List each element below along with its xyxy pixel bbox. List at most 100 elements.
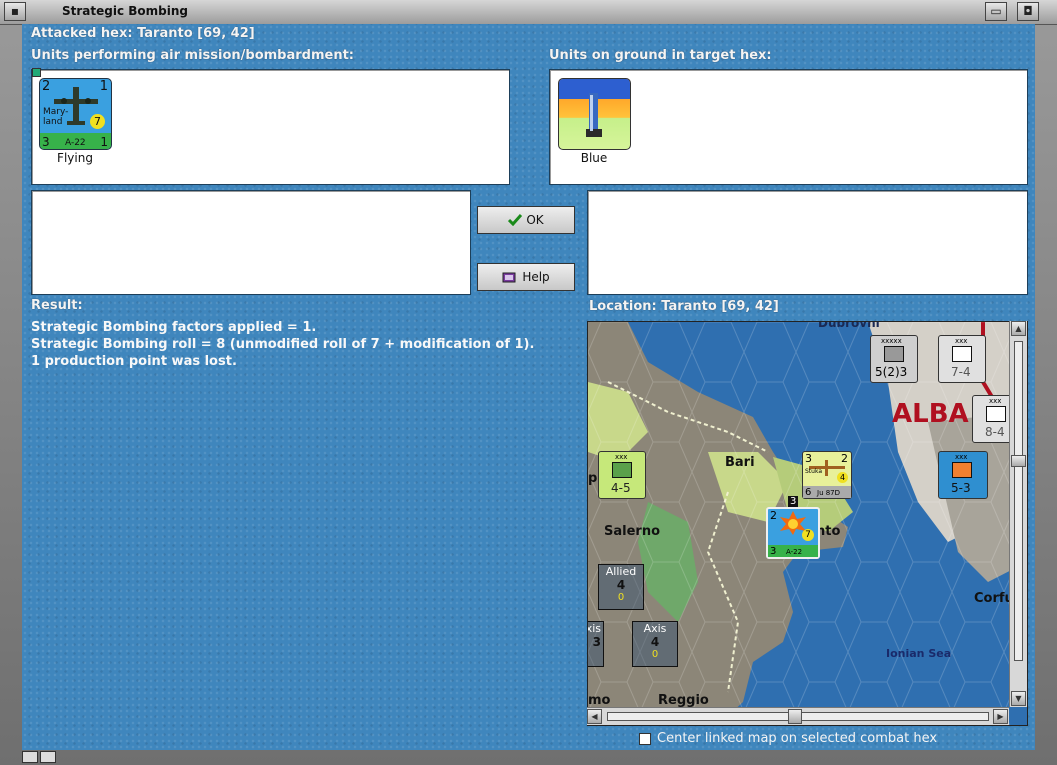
map-label-mo: mo (588, 693, 611, 708)
result-line-1: Strategic Bombing factors applied = 1. (31, 320, 317, 335)
air-unit-bottom-left: 3 (42, 135, 50, 149)
ground-unit-caption: Blue (580, 151, 608, 165)
counter-size: xxx (955, 453, 968, 461)
location-map[interactable]: ALBA Dubrovni Bari Salerno nto Corfu Ion… (587, 321, 1028, 726)
map-label-dubrovnik: Dubrovni (818, 321, 880, 330)
allied-sub: 0 (617, 592, 625, 603)
map-label-alba: ALBA (892, 399, 969, 429)
map-label-reggio: Reggio (658, 693, 709, 708)
system-menu-button[interactable]: ▪ (4, 2, 26, 21)
system-icon: ▪ (10, 4, 20, 18)
axis-title: Axis (643, 622, 667, 635)
window-frame: ▪ Strategic Bombing ▭ ◘ Attacked hex: Ta… (0, 0, 1057, 765)
air-unit-circle-value: 7 (90, 114, 105, 129)
ok-button-label: OK (526, 213, 544, 227)
help-book-icon (502, 272, 516, 282)
counter-strength: 5-3 (951, 481, 971, 495)
scroll-down-button[interactable]: ▼ (1011, 691, 1026, 706)
minimize-button[interactable]: ▭ (985, 2, 1007, 21)
counter-type: Ju 87D (817, 489, 841, 497)
dialog-client: Attacked hex: Taranto [69, 42] Units per… (22, 24, 1035, 750)
counter-strength: 7-4 (951, 365, 971, 379)
counter-bottom-left: 6 (805, 487, 812, 498)
result-line-3: 1 production point was lost. (31, 354, 237, 369)
infantry-symbol-icon (612, 462, 632, 478)
counter-circle-value: 7 (802, 529, 814, 541)
center-map-option[interactable]: Center linked map on selected combat hex (639, 731, 937, 746)
air-unit-name: Mary-land (43, 107, 68, 127)
air-unit-top-left: 2 (42, 79, 51, 94)
center-map-checkbox[interactable] (639, 732, 651, 745)
factory-tower-icon (559, 79, 630, 137)
vertical-scroll-track[interactable] (1014, 341, 1023, 661)
help-button[interactable]: Help (477, 263, 575, 291)
axis-partial-value: 3 (592, 635, 601, 649)
scroll-right-button[interactable]: ▶ (993, 709, 1008, 724)
counter-size: xxxxx (881, 337, 902, 345)
map-counter-corps-1[interactable]: xxx 7-4 (938, 335, 986, 383)
counter-top-left: 2 (770, 509, 777, 522)
counter-strength: 8-4 (985, 425, 1005, 439)
allied-stat-box: Allied 4 0 (598, 564, 644, 610)
infantry-symbol-icon (952, 346, 972, 362)
map-vertical-scrollbar[interactable]: ▲ ▼ (1009, 321, 1027, 707)
map-counter-stuka[interactable]: 3 2 Stuka 4 6 Ju 87D (802, 451, 852, 499)
counter-strength: 5(2)3 (875, 365, 908, 379)
axis-value: 4 (650, 635, 660, 649)
attacker-details-panel (31, 190, 471, 295)
corner-resize-right[interactable] (40, 751, 56, 763)
map-horizontal-scrollbar[interactable]: ◀ ▶ (587, 707, 1009, 725)
allied-value: 4 (616, 578, 626, 592)
air-unit-name-line2: land (43, 117, 63, 127)
map-counter-bomber-selected[interactable]: 2 7 3 A-22 3 (766, 496, 820, 559)
vertical-scroll-thumb[interactable] (1011, 455, 1026, 467)
ground-units-label: Units on ground in target hex: (549, 48, 772, 63)
counter-size: xxx (615, 453, 628, 461)
map-counter-army-group[interactable]: xxxxx 5(2)3 (870, 335, 918, 383)
counter-circle-value: 4 (837, 472, 848, 483)
ok-button[interactable]: OK (477, 206, 575, 234)
axis-partial-title: xis (587, 622, 601, 635)
scroll-up-button[interactable]: ▲ (1011, 321, 1026, 336)
counter-size: xxx (955, 337, 968, 345)
result-label: Result: (31, 298, 83, 313)
corner-resize-left[interactable] (22, 751, 38, 763)
attacked-hex-label: Attacked hex: Taranto [69, 42] (31, 26, 255, 41)
axis-stat-box: Axis 4 0 (632, 621, 678, 667)
air-unit-caption: Flying (57, 151, 93, 165)
stack-count-badge: 3 (788, 496, 799, 507)
axis-sub: 0 (651, 649, 659, 660)
title-bar[interactable]: ▪ Strategic Bombing ▭ ◘ (0, 0, 1057, 25)
result-line-2: Strategic Bombing roll = 8 (unmodified r… (31, 337, 535, 352)
maximize-button[interactable]: ◘ (1017, 2, 1039, 21)
map-counter-corps-green[interactable]: xxx 4-5 (598, 451, 646, 499)
counter-name: Stuka (805, 468, 823, 475)
map-label-salerno: Salerno (604, 524, 661, 539)
defender-details-panel (587, 190, 1028, 295)
horizontal-scroll-thumb[interactable] (788, 709, 802, 724)
window-title: Strategic Bombing (62, 4, 188, 18)
infantry-symbol-icon (952, 462, 972, 478)
air-unit-type: A-22 (65, 138, 86, 148)
map-label-corfu: Corfu (974, 591, 1014, 606)
allied-title: Allied (605, 565, 637, 578)
air-unit-name-line1: Mary- (43, 107, 69, 117)
air-unit-bottom-right: 1 (100, 135, 108, 149)
minimize-icon: ▭ (990, 4, 1002, 18)
counter-strength: 4-5 (611, 481, 631, 495)
air-unit-counter[interactable]: 2 1 Mary-land 7 3 A-22 1 (39, 78, 112, 150)
counter-type: A-22 (786, 548, 803, 556)
map-counter-corps-orange[interactable]: xxx 5-3 (938, 451, 988, 499)
scroll-left-button[interactable]: ◀ (587, 709, 602, 724)
arrow-right-icon: ▶ (997, 712, 1004, 721)
ground-unit-counter[interactable] (558, 78, 631, 150)
arrow-left-icon: ◀ (591, 712, 598, 721)
maximize-icon: ◘ (1023, 4, 1033, 18)
map-label-ionian-sea: Ionian Sea (886, 647, 952, 660)
air-unit-flag (32, 68, 41, 77)
location-label: Location: Taranto [69, 42] (589, 299, 779, 314)
air-unit-top-right: 1 (99, 79, 108, 94)
infantry-symbol-icon (884, 346, 904, 362)
counter-size: xxx (989, 397, 1002, 405)
map-label-bari: Bari (725, 455, 755, 470)
